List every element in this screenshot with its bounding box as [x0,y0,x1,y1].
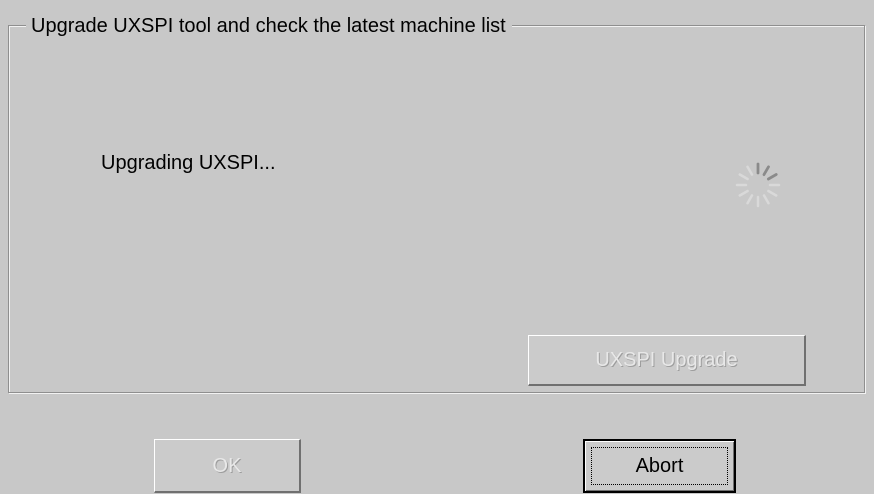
status-message: Upgrading UXSPI... [101,152,276,174]
loading-spinner-icon [735,162,781,208]
groupbox-title: Upgrade UXSPI tool and check the latest … [26,14,512,38]
abort-button[interactable]: Abort [583,439,736,493]
ok-button[interactable]: OK [154,439,301,493]
uxspi-upgrade-button[interactable]: UXSPI Upgrade [528,335,806,386]
abort-button-label: Abort [635,455,684,477]
upgrade-dialog: Upgrade UXSPI tool and check the latest … [0,0,874,494]
